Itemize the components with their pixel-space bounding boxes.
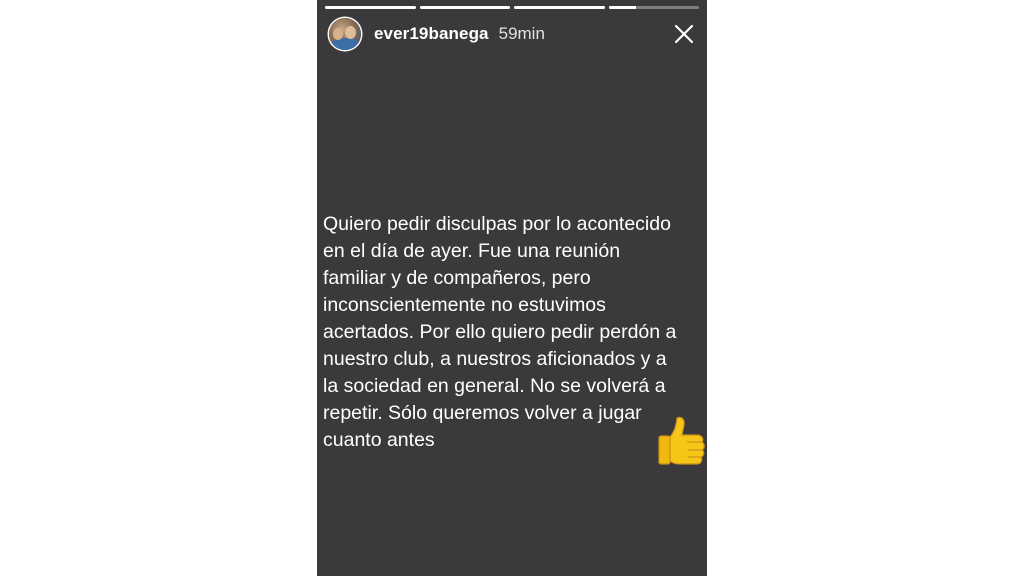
progress-fill bbox=[419, 6, 510, 9]
progress-segment bbox=[514, 6, 605, 9]
thumbs-up-icon bbox=[658, 416, 705, 465]
progress-segment bbox=[325, 6, 416, 9]
story-header: ever19banega 59min bbox=[329, 16, 697, 52]
progress-fill bbox=[325, 6, 416, 9]
progress-fill bbox=[514, 6, 605, 9]
post-time: 59min bbox=[498, 24, 545, 43]
progress-segment bbox=[419, 6, 510, 9]
progress-fill bbox=[608, 6, 636, 9]
story-viewer[interactable]: ever19banega 59min Quiero pedir disculpa… bbox=[317, 0, 707, 576]
story-progress-bar bbox=[325, 6, 699, 9]
avatar[interactable] bbox=[329, 18, 361, 50]
username[interactable]: ever19banega bbox=[374, 24, 489, 44]
close-icon[interactable] bbox=[671, 21, 697, 47]
story-text: Quiero pedir disculpas por lo acontecido… bbox=[323, 213, 677, 451]
progress-segment bbox=[608, 6, 699, 9]
